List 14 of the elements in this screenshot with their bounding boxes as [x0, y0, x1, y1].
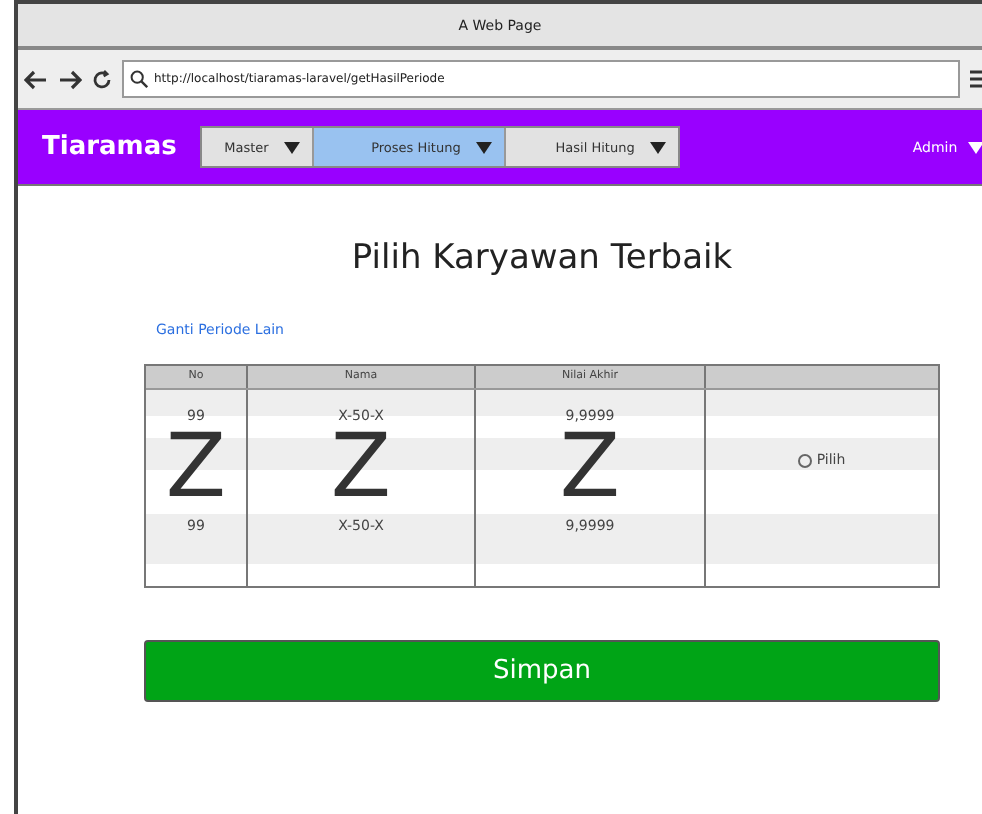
caret-icon [967, 141, 982, 153]
caret-icon [476, 141, 493, 153]
repeat-mark: Z [165, 424, 227, 512]
brand-logo-text[interactable]: Tiaramas [42, 132, 177, 162]
forward-arrow-icon[interactable] [58, 69, 82, 89]
caret-icon [284, 141, 301, 153]
reload-icon[interactable] [92, 69, 112, 89]
repeat-mark: Z [330, 424, 392, 512]
repeat-mark: Z [559, 424, 621, 512]
page-title: Pilih Karyawan Terbaik [349, 238, 735, 278]
caret-icon [650, 141, 667, 153]
back-arrow-icon[interactable] [24, 69, 48, 89]
search-icon [130, 70, 148, 88]
menu-icon[interactable] [970, 70, 982, 88]
